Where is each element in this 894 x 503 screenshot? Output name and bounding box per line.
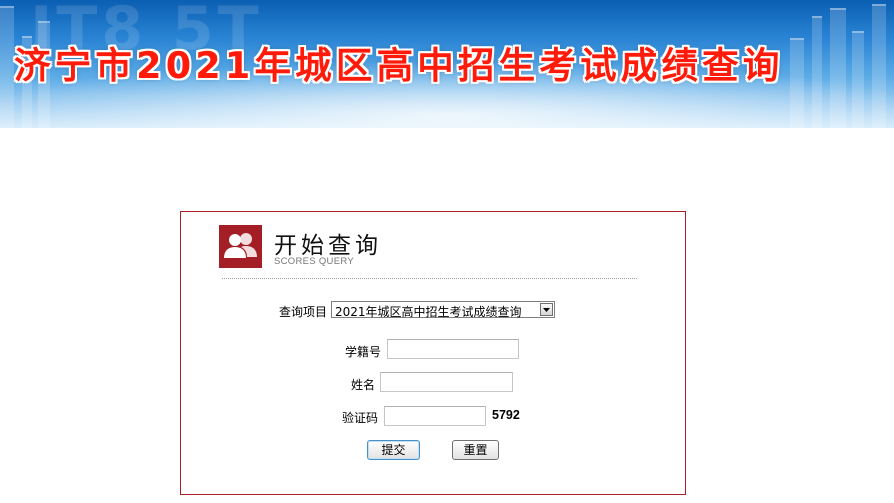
users-icon — [219, 225, 262, 268]
captcha-input[interactable] — [384, 406, 486, 426]
submit-button[interactable]: 提交 — [367, 440, 420, 460]
project-label: 查询项目 — [279, 305, 328, 319]
banner-title: 济宁市2021年城区高中招生考试成绩查询 — [14, 44, 784, 87]
chevron-down-icon[interactable] — [540, 303, 553, 316]
panel-title: 开始查询 — [274, 233, 382, 259]
project-select-value: 2021年城区高中招生考试成绩查询 — [335, 305, 522, 319]
panel-subtitle: SCORES QUERY — [274, 256, 354, 267]
name-input[interactable] — [380, 372, 513, 392]
dotted-divider — [222, 278, 637, 279]
student-id-input[interactable] — [387, 339, 519, 359]
query-panel: 开始查询 SCORES QUERY 查询项目 2021年城区高中招生考试成绩查询… — [180, 211, 686, 495]
name-label: 姓名 — [351, 378, 376, 392]
project-select[interactable]: 2021年城区高中招生考试成绩查询 — [331, 301, 555, 319]
reset-button[interactable]: 重置 — [452, 440, 499, 460]
captcha-label: 验证码 — [342, 411, 379, 425]
header-banner: IT8 5T 济宁市2021年城区高中招生考试成绩查询 — [0, 0, 894, 128]
captcha-code[interactable]: 5792 — [492, 408, 520, 422]
student-id-label: 学籍号 — [345, 345, 382, 359]
